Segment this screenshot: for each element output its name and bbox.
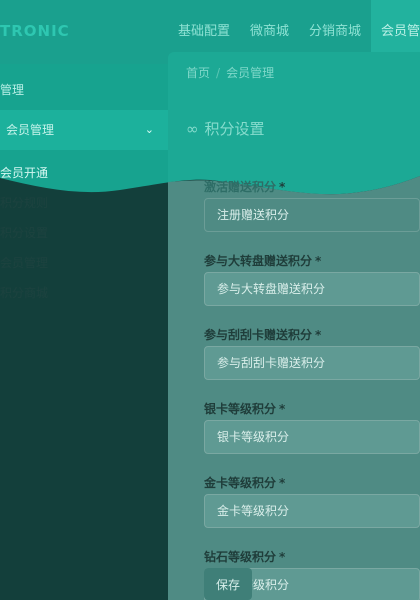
field-label: 银卡等级积分 * (204, 398, 420, 420)
field-label-text: 参与刮刮卡赠送积分 (204, 328, 313, 342)
required-mark: * (315, 254, 322, 268)
field-label: 钻石等级积分 * (204, 546, 420, 568)
app-frame: TRONIC 基础配置 微商城 分销商城 会员管 管理 会员管理 ⌄ 会员开通 … (0, 0, 420, 600)
required-mark: * (279, 550, 286, 564)
form-field-silver: 银卡等级积分 * (204, 398, 420, 454)
form-field-gold: 金卡等级积分 * (204, 472, 420, 528)
gold-level-points-input[interactable] (204, 494, 420, 528)
field-label-text: 激活赠送积分 (204, 180, 277, 194)
field-label: 激活赠送积分 * (204, 176, 420, 198)
activation-points-input[interactable] (204, 198, 420, 232)
required-mark: * (315, 328, 322, 342)
field-label-text: 金卡等级积分 (204, 476, 277, 490)
field-label: 金卡等级积分 * (204, 472, 420, 494)
wheel-points-input[interactable] (204, 272, 420, 306)
required-mark: * (279, 180, 286, 194)
field-label: 参与刮刮卡赠送积分 * (204, 324, 420, 346)
foreground-content: 激活赠送积分* 参与大转盘赠送积分* 参与刮刮卡赠送积分* 银卡等级积分* 金卡… (0, 0, 420, 600)
field-label-text: 钻石等级积分 (204, 550, 277, 564)
points-settings-form: 激活赠送积分* 参与大转盘赠送积分* 参与刮刮卡赠送积分* 银卡等级积分* 金卡… (204, 176, 420, 600)
field-label: 参与大转盘赠送积分 * (204, 250, 420, 272)
scratch-card-points-input[interactable] (204, 346, 420, 380)
form-field-wheel: 参与大转盘赠送积分 * (204, 250, 420, 306)
form-field-scratch: 参与刮刮卡赠送积分 * (204, 324, 420, 380)
field-label-text: 参与大转盘赠送积分 (204, 254, 313, 268)
save-button[interactable]: 保存 (204, 568, 252, 600)
silver-level-points-input[interactable] (204, 420, 420, 454)
required-mark: * (279, 402, 286, 416)
field-label-text: 银卡等级积分 (204, 402, 277, 416)
required-mark: * (279, 476, 286, 490)
form-field-activation: 激活赠送积分 * (204, 176, 420, 232)
